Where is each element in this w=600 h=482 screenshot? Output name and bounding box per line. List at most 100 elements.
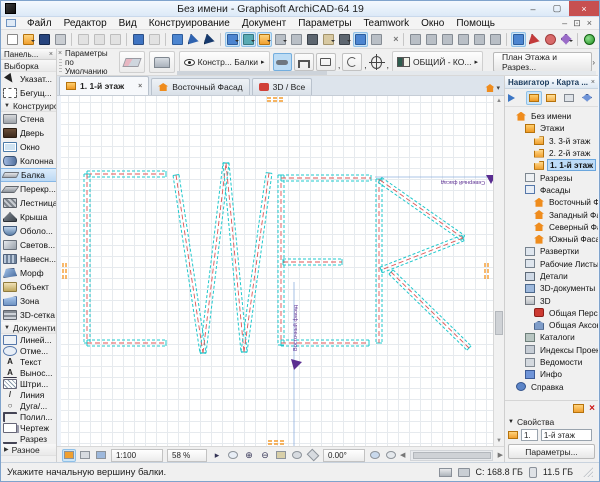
more-options-button[interactable]: ▸ (210, 449, 224, 462)
next-zoom-button[interactable] (384, 449, 398, 462)
tree-stories[interactable]: Этажи (505, 122, 598, 134)
scroll-up-icon[interactable]: ▲ (494, 96, 504, 106)
undo-icon[interactable] (131, 32, 146, 47)
favorites-button[interactable] (149, 51, 175, 73)
gravity-icon[interactable] (225, 32, 240, 47)
toolbox-title-bar[interactable]: Панель... × (1, 49, 56, 60)
tree-3d[interactable]: 3D (505, 294, 598, 306)
tool-settings-dropdown[interactable]: Констр... Балки ▸ (179, 51, 270, 73)
snap-points-icon[interactable] (273, 32, 288, 47)
reference-plane-icon[interactable] (305, 32, 320, 47)
tool-marquee[interactable]: Бегущ... (1, 86, 56, 100)
tree-expander-icon[interactable] (515, 124, 523, 132)
tree-sections[interactable]: Разрезы (505, 171, 598, 183)
suspend-groups-icon[interactable]: × (385, 32, 400, 47)
tree-expander-icon[interactable] (515, 346, 523, 354)
tab-overflow-button[interactable]: ▾ (485, 84, 500, 92)
preview-button[interactable] (78, 449, 92, 462)
infobox-drag-handle[interactable] (59, 59, 62, 73)
scale-selector[interactable]: 1:100 (111, 449, 163, 462)
menu-item[interactable]: Документ (236, 18, 292, 29)
navigator-close-icon[interactable]: × (591, 79, 595, 86)
menu-item[interactable]: Редактор (58, 18, 113, 29)
quick-options-button[interactable] (62, 449, 76, 462)
tool-label[interactable]: A Вынос... (1, 367, 56, 378)
hscroll-right-icon[interactable]: ▶ (497, 451, 504, 459)
toolbar-separator[interactable] (506, 33, 507, 46)
tree-project-indexes[interactable]: Индексы Проекта (505, 344, 598, 356)
find-select-icon[interactable] (170, 32, 185, 47)
tool-line[interactable]: / Линия (1, 389, 56, 400)
tool-fill[interactable]: Штри... (1, 378, 56, 389)
pan-button[interactable] (274, 449, 288, 462)
menu-item[interactable]: Файл (21, 18, 58, 29)
minimize-button[interactable]: – (521, 1, 545, 16)
tool-morph[interactable]: Морф (1, 266, 56, 280)
tool-section[interactable]: Разрез (1, 433, 56, 444)
tab-3d-all[interactable]: 3D / Все (252, 78, 313, 95)
snap-guides-icon[interactable] (257, 32, 272, 47)
tree-axonometry[interactable]: Общая Аксонометрия (505, 319, 598, 331)
tab-east-elevation[interactable]: Восточный Фасад (151, 78, 249, 95)
toolbar-separator[interactable] (403, 33, 404, 46)
tool-drawing[interactable]: Чертеж (1, 422, 56, 433)
tree-info[interactable]: Инфо (505, 368, 598, 380)
toolbar-separator[interactable] (71, 33, 72, 46)
orbit-button[interactable] (306, 449, 320, 462)
tree-expander-icon[interactable] (524, 137, 532, 145)
tree-expander-icon[interactable] (506, 112, 514, 120)
new-icon[interactable] (5, 32, 20, 47)
menu-item[interactable]: Teamwork (358, 18, 416, 29)
tree-help[interactable]: Справка (505, 381, 598, 393)
previous-zoom-button[interactable] (368, 449, 382, 462)
tree-elev-east[interactable]: Восточный Фасад (505, 196, 598, 208)
rotation-selector[interactable]: 0.00° (323, 449, 365, 462)
beam-geometry-curved-button[interactable] (342, 53, 362, 71)
copy-icon[interactable] (92, 32, 107, 47)
tree-details[interactable]: Детали (505, 270, 598, 282)
tool-dimension[interactable]: Линей... (1, 334, 56, 345)
tree-interior-elevations[interactable]: Развертки (505, 245, 598, 257)
menu-item[interactable]: Окно (415, 18, 450, 29)
menu-item[interactable]: Вид (113, 18, 143, 29)
tree-expander-icon[interactable] (515, 333, 523, 341)
section-misc-header[interactable]: ▶ Разное (1, 444, 56, 456)
toolbar-separator[interactable] (577, 33, 578, 46)
guide-lines-icon[interactable] (241, 32, 256, 47)
trim-icon[interactable] (408, 32, 423, 47)
tree-expander-icon[interactable] (515, 297, 523, 305)
tool-level-dimension[interactable]: Отме... (1, 345, 56, 356)
properties-header[interactable]: ▼ Свойства (505, 416, 598, 428)
paste-icon[interactable] (108, 32, 123, 47)
tool-slab[interactable]: Перекр... (1, 182, 56, 196)
tree-expander-icon[interactable] (515, 272, 523, 280)
tree-expander-icon[interactable] (524, 309, 532, 317)
tree-elev-north[interactable]: Северный Фасад (505, 221, 598, 233)
layers-icon[interactable] (321, 32, 336, 47)
tree-expander-icon[interactable] (515, 358, 523, 366)
tool-stair[interactable]: Лестница (1, 196, 56, 210)
story-id-field[interactable]: 1. (521, 429, 538, 441)
tool-window[interactable]: Окно (1, 140, 56, 154)
tree-expander-icon[interactable] (515, 247, 523, 255)
toolbar-separator[interactable] (165, 33, 166, 46)
view-map-button[interactable] (544, 91, 560, 105)
tree-expander-icon[interactable] (515, 260, 523, 268)
tool-shell[interactable]: Оболо... (1, 224, 56, 238)
layer-dropdown[interactable]: ОБЩИЙ - КО... ▸ (392, 51, 483, 73)
tree-elev-west[interactable]: Западный Фасад (505, 208, 598, 220)
snap-reference-icon[interactable] (289, 32, 304, 47)
resize-grip[interactable] (583, 467, 593, 477)
infobox-scrollbar[interactable] (177, 71, 596, 75)
tool-door[interactable]: Дверь (1, 126, 56, 140)
tool-column[interactable]: Колонна (1, 154, 56, 168)
split-icon[interactable] (424, 32, 439, 47)
tree-expander-icon[interactable] (515, 284, 523, 292)
canvas-horizontal-scrollbar[interactable] (410, 450, 492, 461)
save-icon[interactable] (37, 32, 52, 47)
tree-story-1[interactable]: 1. 1-й этаж (505, 159, 598, 171)
magic-wand-icon[interactable] (559, 32, 574, 47)
tool-skylight[interactable]: Светов... (1, 238, 56, 252)
fillet-icon[interactable] (456, 32, 471, 47)
pen-set-icon[interactable] (337, 32, 352, 47)
